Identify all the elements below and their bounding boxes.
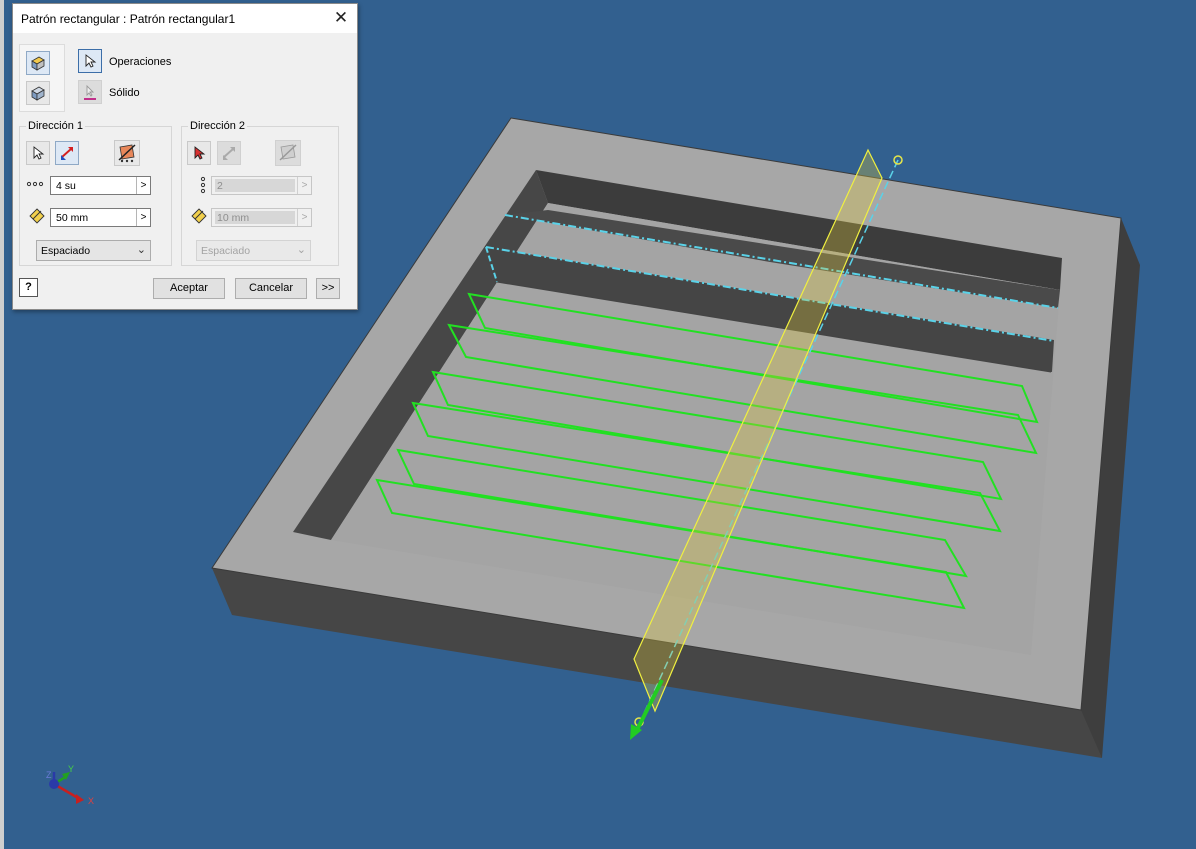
help-icon: ? bbox=[25, 281, 32, 293]
midplane-icon bbox=[118, 144, 136, 163]
direction-2-title: Dirección 2 bbox=[188, 120, 248, 132]
direction-1-midplane-button[interactable] bbox=[114, 140, 140, 166]
direction-2-midplane-button[interactable] bbox=[275, 140, 301, 166]
direction-2-method-value: Espaciado bbox=[201, 245, 251, 257]
direction-2-count-field[interactable]: 2 > bbox=[211, 176, 312, 195]
select-cursor-icon bbox=[33, 146, 45, 160]
direction-2-spacing-value: 10 mm bbox=[217, 212, 250, 224]
select-cursor-icon bbox=[85, 54, 97, 68]
view-triad[interactable]: Z Y X bbox=[40, 760, 100, 810]
direction-2-count-value: 2 bbox=[217, 180, 223, 192]
direction-1-select-button[interactable] bbox=[26, 141, 50, 165]
select-solid-icon bbox=[84, 84, 96, 100]
select-features-button[interactable] bbox=[78, 49, 102, 73]
count-dots-icon bbox=[26, 176, 46, 196]
direction-2-spacing-arrow[interactable]: > bbox=[297, 209, 311, 226]
chevron-down-icon: ⌄ bbox=[296, 244, 306, 256]
direction-1-title: Dirección 1 bbox=[26, 120, 86, 132]
direction-1-spacing-arrow[interactable]: > bbox=[136, 209, 150, 226]
flip-direction-icon bbox=[223, 147, 235, 160]
pattern-solid-button[interactable] bbox=[26, 81, 50, 105]
pattern-features-icon bbox=[31, 56, 45, 71]
rectangular-pattern-dialog: Patrón rectangular : Patrón rectangular1… bbox=[12, 3, 358, 310]
direction-1-count-field[interactable]: 4 su > bbox=[50, 176, 151, 195]
direction-1-method-value: Espaciado bbox=[41, 245, 91, 257]
direction-2-method-select[interactable]: Espaciado ⌄ bbox=[196, 240, 311, 261]
help-button[interactable]: ? bbox=[19, 278, 38, 297]
spacing-diamond-icon bbox=[191, 207, 211, 227]
direction-1-flip-button[interactable] bbox=[55, 141, 79, 165]
direction-1-spacing-value: 50 mm bbox=[56, 212, 89, 224]
cancel-button[interactable]: Cancelar bbox=[235, 278, 307, 299]
direction-1-count-value: 4 su bbox=[56, 180, 76, 192]
triad-y-label: Y bbox=[68, 764, 75, 774]
pattern-features-button[interactable] bbox=[26, 51, 50, 75]
direction-1-spacing-field[interactable]: 50 mm > bbox=[50, 208, 151, 227]
features-label: Operaciones bbox=[109, 56, 172, 68]
more-options-button[interactable]: >> bbox=[316, 278, 340, 299]
dialog-titlebar[interactable]: Patrón rectangular : Patrón rectangular1… bbox=[13, 4, 357, 33]
spacing-diamond-icon bbox=[29, 207, 49, 227]
dialog-title: Patrón rectangular : Patrón rectangular1 bbox=[21, 12, 236, 26]
midplane-icon bbox=[279, 144, 297, 161]
solid-label: Sólido bbox=[109, 87, 140, 99]
select-cursor-icon bbox=[194, 146, 206, 160]
ok-button[interactable]: Aceptar bbox=[153, 278, 225, 299]
triad-z-label: Z bbox=[46, 770, 52, 780]
direction-2-spacing-field[interactable]: 10 mm > bbox=[211, 208, 312, 227]
flip-direction-icon bbox=[61, 147, 73, 160]
triad-x-label: X bbox=[88, 796, 95, 806]
select-solid-button[interactable] bbox=[78, 80, 102, 104]
close-button[interactable]: ✕ bbox=[329, 7, 353, 29]
direction-2-count-arrow[interactable]: > bbox=[297, 177, 311, 194]
chevron-down-icon: ⌄ bbox=[136, 244, 146, 256]
direction-2-select-button[interactable] bbox=[187, 141, 211, 165]
direction-1-method-select[interactable]: Espaciado ⌄ bbox=[36, 240, 151, 261]
pattern-solid-icon bbox=[31, 86, 45, 101]
left-edge-strip bbox=[0, 0, 4, 849]
direction-2-flip-button[interactable] bbox=[217, 141, 241, 165]
direction-1-count-arrow[interactable]: > bbox=[136, 177, 150, 194]
